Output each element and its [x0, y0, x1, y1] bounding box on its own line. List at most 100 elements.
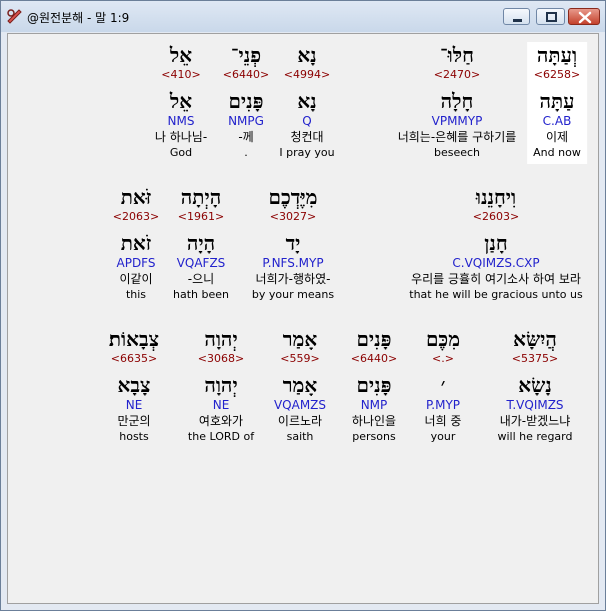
lemma-word: אֵל [169, 89, 193, 113]
korean-gloss: 청컨대 [290, 130, 324, 144]
lemma-word: צָבָא [117, 373, 151, 397]
parse-code: NMP [360, 398, 388, 412]
english-gloss: will he regard [497, 430, 573, 443]
hebrew-word: פְנֵי־ [230, 43, 262, 67]
minimize-icon [513, 19, 522, 22]
word-column[interactable]: זֹּאת <2063> זֹאת APDFS 이같이 this [111, 184, 161, 302]
strong-number: <4994> [283, 68, 331, 81]
strong-number: <3068> [197, 352, 245, 365]
lemma-word: הָיָה [186, 231, 216, 255]
strong-number: <6440> [350, 352, 398, 365]
lemma-word: פָּנִים [356, 373, 392, 397]
word-column[interactable]: אָמַר <559> אָמַר VQAMZS 이르노라 saith [272, 326, 328, 444]
english-gloss: saith [286, 430, 314, 443]
lemma-word: יָד [285, 231, 301, 255]
lemma-word: אָמַר [282, 373, 318, 397]
hebrew-word: מִכֶּם [425, 327, 461, 351]
korean-gloss: 너희 중 [424, 414, 462, 428]
word-column[interactable]: וְעַתָּה <6258> עַתָּה C.AB 이제 And now [527, 42, 587, 164]
word-column[interactable]: הָיְתָה <1961> הָיָה VQAFZS -으니 hath been [171, 184, 231, 302]
parse-code: P.NFS.MYP [262, 256, 324, 270]
english-gloss: that he will be gracious unto us [409, 288, 583, 301]
lemma-word: ׳ [440, 373, 446, 397]
word-column[interactable]: הֲיִשָּׂא <5375> נָשָׂא T.VQIMZS 내가-받겠느냐 will… [496, 326, 575, 444]
parse-code: C.AB [542, 114, 572, 128]
english-gloss: by your means [251, 288, 335, 301]
parse-code: Q [302, 114, 312, 128]
lemma-word: זֹאת [120, 231, 152, 255]
parse-code: NMPG [228, 114, 264, 128]
strong-number: <1961> [177, 210, 225, 223]
app-icon [7, 9, 22, 24]
parse-code: APDFS [116, 256, 156, 270]
word-column[interactable]: וִיחָנֵנוּ <2603> חָנַן C.VQIMZS.CXP 우리를 긍휼히… [407, 184, 584, 302]
english-gloss: persons [352, 430, 396, 443]
maximize-button[interactable] [536, 8, 565, 25]
korean-gloss: 이제 [545, 130, 569, 144]
strong-number: <2063> [112, 210, 160, 223]
hebrew-word: יְהוָה [204, 327, 238, 351]
parse-code: NMS [167, 114, 195, 128]
korean-gloss: 이르노라 [277, 414, 323, 428]
word-column[interactable]: צְבָאוֹת׃ <6635> צָבָא NE 만군의 hosts [107, 326, 161, 444]
hebrew-word: חַלּוּ־ [440, 43, 474, 67]
strong-number: <410> [161, 68, 201, 81]
korean-gloss: -께 [238, 130, 254, 144]
parse-code: P.MYP [425, 398, 461, 412]
parse-code: VPMMYP [431, 114, 483, 128]
strong-number: <.> [432, 352, 454, 365]
parse-code: VQAMZS [273, 398, 327, 412]
strong-number: <2603> [472, 210, 520, 223]
parse-code: C.VQIMZS.CXP [452, 256, 540, 270]
korean-gloss: 내가-받겠느냐 [499, 414, 571, 428]
english-gloss: beseech [433, 146, 481, 159]
english-gloss: I pray you [279, 146, 335, 159]
close-icon [578, 11, 592, 24]
english-gloss: And now [533, 146, 581, 159]
parse-code: NE [212, 398, 230, 412]
korean-gloss: 하나인을 [351, 414, 397, 428]
english-gloss: hosts [119, 430, 149, 443]
word-column[interactable]: נָא <4994> נָא Q 청컨대 I pray you [277, 42, 336, 160]
lemma-word: חָלָה [440, 89, 474, 113]
strong-number: <6258> [533, 68, 581, 81]
word-column[interactable]: פָּנִים <6440> פָּנִים NMP 하나인을 persons [349, 326, 399, 444]
word-column[interactable]: פְנֵי־ <6440> פָּנִים NMPG -께. [221, 42, 271, 160]
interlinear-view[interactable]: וְעַתָּה <6258> עַתָּה C.AB 이제 And now חַלּוּ־… [7, 33, 599, 604]
hebrew-word: זֹּאת [120, 185, 152, 209]
hebrew-word: הָיְתָה [180, 185, 222, 209]
word-column[interactable]: חַלּוּ־ <2470> חָלָה VPMMYP 너희는-은혜를 구하기를 bese… [396, 42, 519, 160]
hebrew-word: אֵל [169, 43, 193, 67]
word-column[interactable]: אֵל <410> אֵל NMS 나 하나님- God [153, 42, 209, 160]
english-gloss: the LORD of [187, 430, 255, 443]
hebrew-word: צְבָאוֹת׃ [108, 327, 160, 351]
word-column[interactable]: יְהוָה <3068> יְהוָה NE 여호와가 the LORD of [186, 326, 256, 444]
korean-gloss: 우리를 긍휼히 여기소사 하여 보라 [411, 272, 581, 286]
hebrew-word: וִיחָנֵנוּ [475, 185, 517, 209]
korean-gloss: 여호와가 [198, 414, 244, 428]
lemma-word: נָא [297, 89, 317, 113]
hebrew-word: הֲיִשָּׂא [513, 327, 557, 351]
word-column[interactable]: מִכֶּם <.> ׳ P.MYP 너희 중 your [423, 326, 464, 444]
english-gloss: God [169, 146, 193, 159]
strong-number: <6440> [222, 68, 270, 81]
word-column[interactable]: מִיֶּדְכֶם <3027> יָד P.NFS.MYP 너희가-행하였-by y… [250, 184, 336, 302]
hebrew-word: וְעַתָּה [536, 43, 578, 67]
korean-gloss: 만군의 [117, 414, 151, 428]
title-bar[interactable]: @원전분해 - 말 1:9 [1, 1, 605, 32]
minimize-button[interactable] [503, 8, 530, 25]
window-title: @원전분해 - 말 1:9 [27, 11, 130, 25]
english-gloss: your [430, 430, 456, 443]
close-button[interactable] [568, 8, 600, 25]
lemma-word: חָנַן [484, 231, 508, 255]
parse-code: T.VQIMZS [506, 398, 564, 412]
korean-gloss: 이같이 [119, 272, 153, 286]
hebrew-word: פָּנִים [356, 327, 392, 351]
strong-number: <559> [280, 352, 320, 365]
app-window: @원전분해 - 말 1:9 וְעַתָּה <6258> עַתָּה C.AB 이제… [0, 0, 606, 611]
hebrew-word: נָא [297, 43, 317, 67]
lemma-word: פָּנִים [228, 89, 264, 113]
korean-gloss: 나 하나님- [154, 130, 208, 144]
parse-code: VQAFZS [176, 256, 226, 270]
maximize-icon [546, 12, 557, 22]
